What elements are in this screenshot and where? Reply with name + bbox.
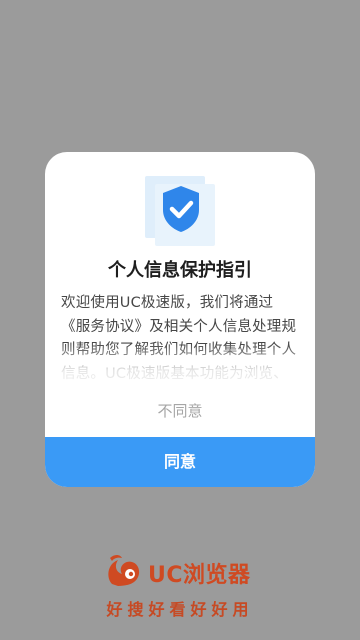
- body-fade-overlay: [45, 344, 315, 402]
- uc-squirrel-logo-icon: [108, 555, 140, 586]
- shield-check-icon: [145, 176, 215, 246]
- brand-slogan: 好搜好看好好用: [106, 600, 254, 619]
- agree-button[interactable]: 同意: [45, 437, 315, 487]
- dialog-title: 个人信息保护指引: [108, 260, 252, 281]
- disagree-button[interactable]: 不同意: [45, 400, 315, 421]
- privacy-dialog: 个人信息保护指引 欢迎使用UC极速版，我们将通过《服务协议》及相关个人信息处理规…: [45, 152, 315, 487]
- brand-footer: UC浏览器 好搜好看好好用: [0, 548, 360, 628]
- brand-name: UC浏览器: [148, 563, 251, 588]
